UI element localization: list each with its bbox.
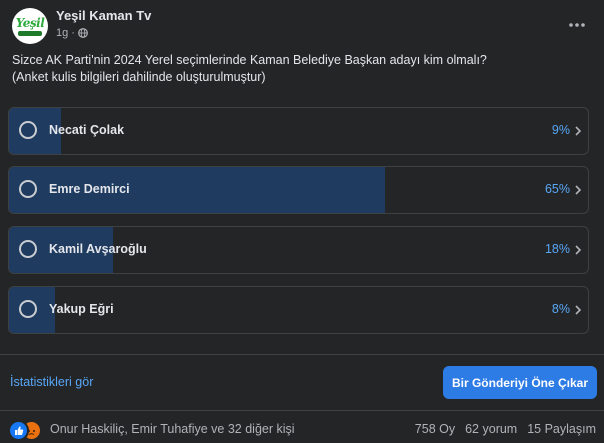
poll-option[interactable]: Yakup Eğri 8% xyxy=(8,286,589,334)
chevron-right-icon xyxy=(575,126,582,136)
globe-icon xyxy=(78,28,88,38)
view-insights-link[interactable]: İstatistikleri gör xyxy=(10,375,93,389)
chevron-right-icon xyxy=(575,245,582,255)
divider xyxy=(0,410,604,411)
reactors-text[interactable]: Onur Haskiliç, Emir Tuhafiye ve 32 diğer… xyxy=(50,422,295,436)
poll-option-radio[interactable] xyxy=(19,121,37,139)
post-meta: 1g · xyxy=(56,27,88,39)
avatar-logo-ribbon xyxy=(18,31,42,36)
poll-option-radio[interactable] xyxy=(19,180,37,198)
post-footer: Onur Haskiliç, Emir Tuhafiye ve 32 diğer… xyxy=(8,418,596,441)
poll-option-radio[interactable] xyxy=(19,240,37,258)
comments-count[interactable]: 62 yorum xyxy=(465,422,517,436)
more-options-button[interactable] xyxy=(562,10,592,40)
poll-option-percent: 9% xyxy=(551,123,570,137)
poll-option[interactable]: Kamil Avşaroğlu 18% xyxy=(8,226,589,274)
poll-option-radio[interactable] xyxy=(19,300,37,318)
post-time[interactable]: 1g xyxy=(56,27,68,39)
like-reaction-icon xyxy=(8,420,29,441)
page-name[interactable]: Yeşil Kaman Tv xyxy=(56,8,151,23)
poll-option-label: Yakup Eğri xyxy=(49,302,114,316)
votes-count[interactable]: 758 Oy xyxy=(415,422,455,436)
poll-option[interactable]: Emre Demirci 65% xyxy=(8,166,589,214)
poll-option-label: Necati Çolak xyxy=(49,123,125,137)
poll-option[interactable]: Necati Çolak 9% xyxy=(8,107,589,155)
shares-count[interactable]: 15 Paylaşım xyxy=(527,422,596,436)
poll-option-label: Kamil Avşaroğlu xyxy=(49,242,147,256)
post-header: Yeşil Yeşil Kaman Tv 1g · xyxy=(12,8,592,44)
chevron-right-icon xyxy=(575,305,582,315)
poll-question: Sizce AK Parti'nin 2024 Yerel seçimlerin… xyxy=(12,53,487,84)
separator-dot: · xyxy=(71,27,75,39)
boost-post-button[interactable]: Bir Gönderiyi Öne Çıkar xyxy=(443,366,597,399)
poll-option-label: Emre Demirci xyxy=(49,182,130,196)
engagement-counts: 758 Oy 62 yorum 15 Paylaşım xyxy=(415,422,596,436)
chevron-right-icon xyxy=(575,185,582,195)
avatar-logo-text: Yeşil xyxy=(15,16,45,30)
avatar[interactable]: Yeşil xyxy=(12,8,48,44)
poll-option-percent: 18% xyxy=(544,242,570,256)
poll-option-percent: 8% xyxy=(551,302,570,316)
more-icon xyxy=(569,23,585,27)
poll-option-percent: 65% xyxy=(544,182,570,196)
reactions[interactable] xyxy=(8,420,44,441)
divider xyxy=(0,354,604,355)
